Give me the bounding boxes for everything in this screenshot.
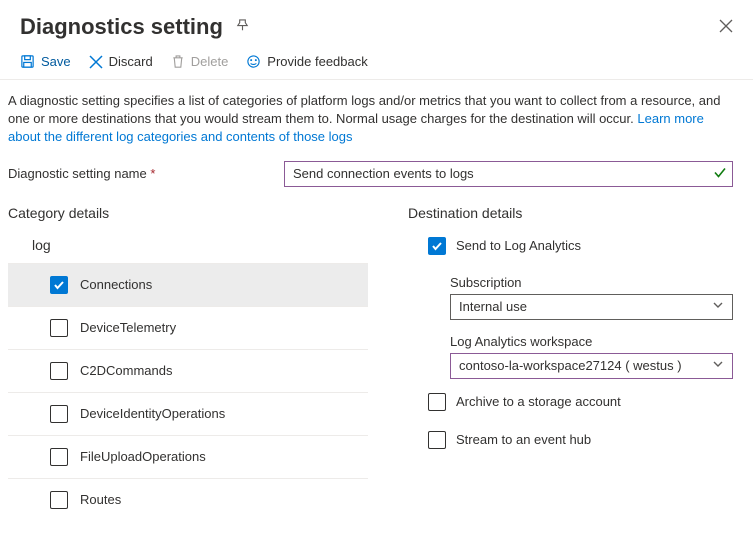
- category-label: C2DCommands: [80, 363, 172, 378]
- checkbox-icon[interactable]: [50, 491, 68, 509]
- checkbox-icon[interactable]: [428, 393, 446, 411]
- category-label: FileUploadOperations: [80, 449, 206, 464]
- workspace-label: Log Analytics workspace: [450, 334, 733, 349]
- category-connections[interactable]: Connections: [8, 263, 368, 307]
- chevron-down-icon: [712, 358, 724, 373]
- category-devicetelemetry[interactable]: DeviceTelemetry: [8, 307, 368, 350]
- dest-label: Stream to an event hub: [456, 432, 591, 447]
- subscription-value: Internal use: [459, 299, 527, 314]
- delete-button: Delete: [171, 54, 229, 69]
- setting-name-input[interactable]: [284, 161, 733, 187]
- checkbox-icon[interactable]: [50, 362, 68, 380]
- category-list: Connections DeviceTelemetry C2DCommands …: [8, 263, 368, 521]
- category-label: Connections: [80, 277, 152, 292]
- save-button[interactable]: Save: [20, 54, 71, 69]
- subscription-select[interactable]: Internal use: [450, 294, 733, 320]
- log-subheading: log: [32, 237, 368, 253]
- subscription-label: Subscription: [450, 275, 733, 290]
- category-deviceidentityoperations[interactable]: DeviceIdentityOperations: [8, 393, 368, 436]
- destination-details-heading: Destination details: [408, 205, 733, 221]
- save-label: Save: [41, 54, 71, 69]
- dest-label: Archive to a storage account: [456, 394, 621, 409]
- pin-icon[interactable]: [235, 18, 250, 36]
- checkbox-icon[interactable]: [428, 237, 446, 255]
- checkbox-icon[interactable]: [50, 448, 68, 466]
- workspace-select[interactable]: contoso-la-workspace27124 ( westus ): [450, 353, 733, 379]
- workspace-value: contoso-la-workspace27124 ( westus ): [459, 358, 682, 373]
- category-label: DeviceTelemetry: [80, 320, 176, 335]
- category-routes[interactable]: Routes: [8, 479, 368, 521]
- category-label: Routes: [80, 492, 121, 507]
- checkbox-icon[interactable]: [50, 276, 68, 294]
- checkmark-icon: [713, 165, 727, 182]
- chevron-down-icon: [712, 299, 724, 314]
- dest-label: Send to Log Analytics: [456, 238, 581, 253]
- category-details-heading: Category details: [8, 205, 368, 221]
- checkbox-icon[interactable]: [50, 319, 68, 337]
- dest-storage-account[interactable]: Archive to a storage account: [408, 393, 733, 411]
- feedback-button[interactable]: Provide feedback: [246, 54, 367, 69]
- page-title: Diagnostics setting: [20, 14, 223, 40]
- discard-label: Discard: [109, 54, 153, 69]
- delete-label: Delete: [191, 54, 229, 69]
- setting-name-label: Diagnostic setting name *: [8, 166, 264, 181]
- description-text: A diagnostic setting specifies a list of…: [0, 80, 753, 147]
- checkbox-icon[interactable]: [428, 431, 446, 449]
- checkbox-icon[interactable]: [50, 405, 68, 423]
- category-label: DeviceIdentityOperations: [80, 406, 225, 421]
- category-fileuploadoperations[interactable]: FileUploadOperations: [8, 436, 368, 479]
- discard-button[interactable]: Discard: [89, 54, 153, 69]
- close-icon[interactable]: [719, 19, 733, 36]
- dest-log-analytics[interactable]: Send to Log Analytics: [408, 237, 733, 255]
- feedback-label: Provide feedback: [267, 54, 367, 69]
- toolbar: Save Discard Delete Provide feedback: [0, 48, 753, 80]
- category-c2dcommands[interactable]: C2DCommands: [8, 350, 368, 393]
- dest-event-hub[interactable]: Stream to an event hub: [408, 431, 733, 449]
